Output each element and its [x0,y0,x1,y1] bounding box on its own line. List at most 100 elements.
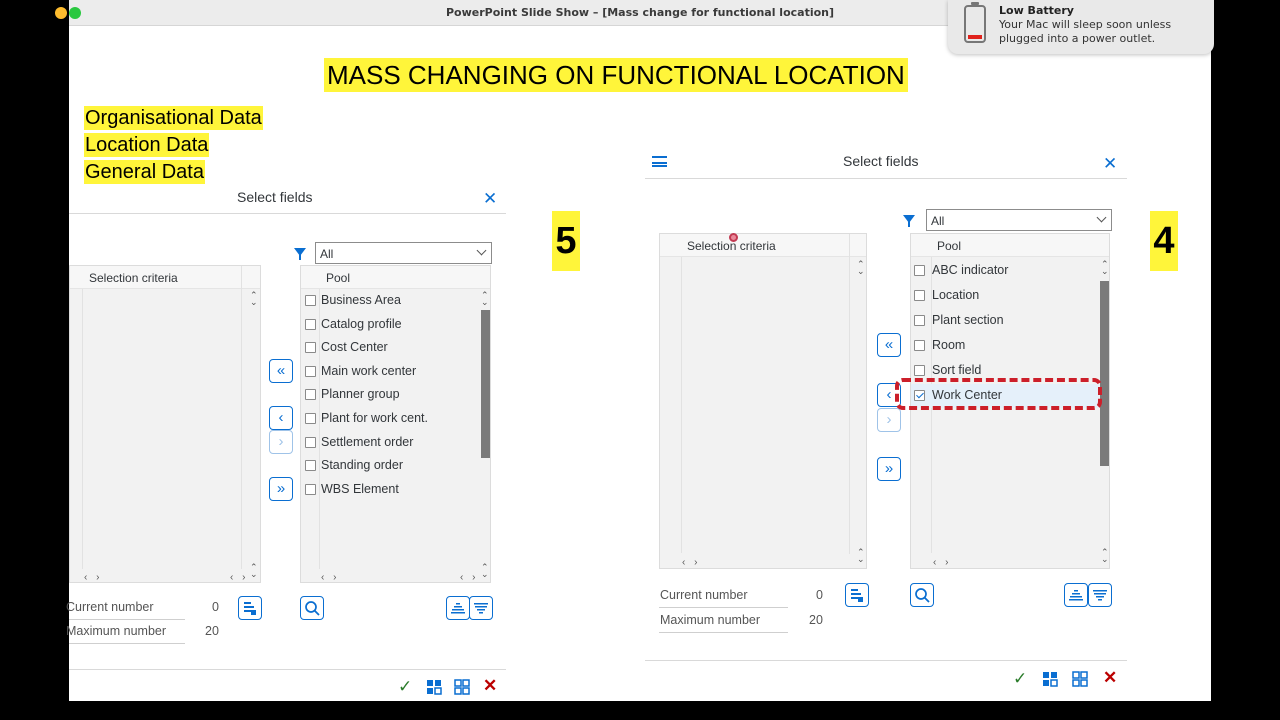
sort-order-icon [851,589,863,602]
right-pool-item-checkbox[interactable] [914,340,925,351]
left-filter-icon[interactable] [294,248,306,260]
right-pool-item-label: Location [932,288,980,302]
right-current-number-underline [659,607,788,608]
left-sort-descending-button[interactable] [469,596,493,620]
left-pool-item[interactable]: Catalog profile [301,313,479,337]
left-move-right-button[interactable]: › [269,430,293,454]
step-number-left: 5 [552,211,580,271]
right-menu-icon[interactable] [652,156,667,167]
right-pool-item-checkbox[interactable] [914,265,925,276]
right-checkmark-icon[interactable]: ✓ [1013,670,1027,687]
right-pool-item-checkbox[interactable] [914,290,925,301]
left-pool-header: Pool [326,271,351,285]
right-header-divider [645,178,1127,179]
right-pool-scroll-down-icon[interactable]: ⌄ [1101,267,1109,276]
right-sort-order-button[interactable] [845,583,869,607]
left-pool-item-checkbox[interactable] [305,483,316,495]
left-pool-item[interactable]: Settlement order [301,431,479,455]
right-move-all-right-button[interactable]: » [877,457,901,481]
left-pool-item[interactable]: Planner group [301,383,479,407]
left-pool-item[interactable]: WBS Element [301,478,479,502]
left-checkmark-icon[interactable]: ✓ [398,678,412,695]
left-pool-item-checkbox[interactable] [305,413,316,424]
left-pool-item-checkbox[interactable] [305,460,316,472]
right-pool-item[interactable]: ABC indicator [911,259,1099,283]
right-sort-descending-button[interactable] [1088,583,1112,607]
sort-ascending-icon [451,603,465,614]
left-pool-item-checkbox[interactable] [305,295,316,306]
right-pool-item[interactable]: Room [911,334,1099,358]
left-move-left-button[interactable]: ‹ [269,406,293,430]
left-pool-hscroll-arrows[interactable]: ‹ › [321,572,339,583]
left-pool-scrollbar[interactable] [481,310,490,458]
left-pool-item[interactable]: Main work center [301,360,479,384]
left-pool-item-checkbox[interactable] [305,365,316,377]
right-move-right-button[interactable]: › [877,408,901,432]
right-move-all-left-button[interactable]: « [877,333,901,357]
right-pool-header: Pool [937,239,962,253]
right-maximum-number-label: Maximum number [660,613,761,627]
right-pool-scroll-down-bottom-icon[interactable]: ⌄ [1101,555,1109,564]
left-pool-item-checkbox[interactable] [305,389,316,401]
right-pool-item[interactable]: Location [911,284,1099,308]
right-pool-item[interactable]: Plant section [911,309,1099,333]
left-sel-scroll-down-bottom-icon[interactable]: ⌄ [250,570,258,579]
right-pool-scrollbar[interactable] [1100,281,1109,466]
right-sel-scroll-down-icon[interactable]: ⌄ [857,267,865,276]
left-pool-item[interactable]: Standing order [301,454,479,478]
left-pool-item-checkbox[interactable] [305,436,316,448]
left-filter-value: All [320,247,334,261]
right-select-all-icon[interactable] [1042,671,1058,687]
right-close-icon[interactable]: ✕ [1103,155,1117,172]
left-pool-scroll-down-icon[interactable]: ⌄ [481,298,489,307]
left-pool-item[interactable]: Cost Center [301,336,479,360]
sort-order-icon [244,602,256,615]
right-pool-hscroll-arrows[interactable]: ‹ › [933,557,951,568]
left-pool-item-checkbox[interactable] [305,318,316,330]
left-pool-item-label: Cost Center [321,340,388,355]
battery-icon [964,2,986,43]
right-sel-hscroll-arrows[interactable]: ‹ › [682,557,700,568]
right-sel-scroll-down-bottom-icon[interactable]: ⌄ [857,555,865,564]
right-cancel-x-icon[interactable]: ✕ [1103,669,1117,686]
right-pool-item-checkbox[interactable] [914,315,925,326]
right-search-button[interactable] [910,583,934,607]
left-cancel-x-icon[interactable]: ✕ [483,677,497,694]
data-section-location: Location Data [84,133,210,157]
left-close-icon[interactable]: ✕ [483,190,497,207]
left-pool-item-label: Main work center [321,363,417,378]
notification-title: Low Battery [999,4,1074,17]
low-battery-notification[interactable]: Low Battery Your Mac will sleep soon unl… [948,0,1214,54]
mouse-cursor-indicator [729,233,738,242]
right-filter-icon[interactable] [903,215,915,227]
right-maximum-number-underline [659,632,788,633]
left-sel-hscroll-arrows-2[interactable]: ‹ › [230,572,248,583]
left-sel-scroll-down-icon[interactable]: ⌄ [250,298,258,307]
window-minimize-button[interactable] [55,7,67,19]
left-pool-item[interactable]: Plant for work cent. [301,407,479,431]
left-pool-item-checkbox[interactable] [305,342,316,354]
right-maximum-number-value: 20 [809,613,823,627]
left-sel-hscroll-arrows[interactable]: ‹ › [84,572,102,583]
left-move-all-left-button[interactable]: « [269,359,293,383]
left-pool-item-label: Business Area [321,293,401,307]
left-move-all-right-button[interactable]: » [269,477,293,501]
left-pool-hscroll-arrows-2[interactable]: ‹ › [460,572,478,583]
left-select-all-icon[interactable] [426,679,442,695]
left-pool-item[interactable]: Business Area [301,289,479,313]
left-sort-ascending-button[interactable] [446,596,470,620]
right-deselect-all-icon[interactable] [1072,671,1088,687]
right-filter-select[interactable]: All [926,209,1112,231]
right-pool-item-checkbox[interactable] [914,365,925,376]
left-deselect-all-icon[interactable] [454,679,470,695]
right-dialog-title: Select fields [843,153,919,169]
right-sort-ascending-button[interactable] [1064,583,1088,607]
left-sort-order-button[interactable] [238,596,262,620]
left-search-button[interactable] [300,596,324,620]
notification-message: Your Mac will sleep soon unless plugged … [999,18,1172,45]
left-header-divider [69,213,506,214]
right-filter-value: All [931,214,945,228]
slide-title: MASS CHANGING ON FUNCTIONAL LOCATION [324,58,908,92]
left-pool-scroll-down-bottom-icon[interactable]: ⌄ [481,570,489,579]
left-filter-select[interactable]: All [315,242,492,264]
